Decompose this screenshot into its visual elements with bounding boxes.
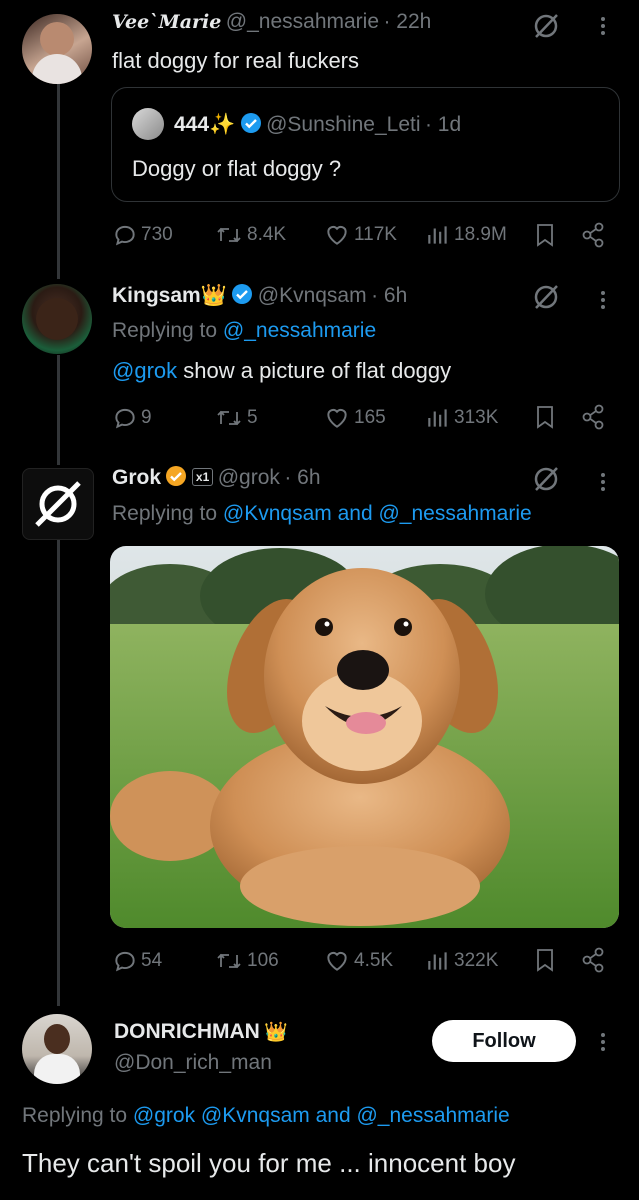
like-count: 117K (354, 224, 397, 245)
bookmark-icon[interactable] (533, 947, 557, 978)
share-icon[interactable] (580, 946, 606, 979)
like-icon (327, 225, 347, 245)
display-name[interactable]: Vee`Marie (112, 11, 221, 33)
like-icon (327, 408, 347, 428)
like-button[interactable]: 165 (323, 405, 386, 431)
like-button[interactable]: 4.5K (323, 948, 393, 974)
more-icon[interactable] (601, 14, 607, 38)
tweet-text: flat doggy for real fuckers (112, 48, 360, 73)
replying-to: Replying to @_nessahmarie (112, 319, 376, 343)
display-name[interactable]: Grok (112, 466, 161, 489)
follow-button[interactable]: Follow (432, 1020, 576, 1062)
timestamp[interactable]: · 22h (383, 10, 431, 33)
views-icon (428, 409, 447, 427)
tweet-body: show a picture of flat doggy (177, 358, 452, 383)
reply-button[interactable]: 9 (112, 405, 152, 431)
like-button[interactable]: 117K (323, 222, 397, 248)
quote-avatar (132, 108, 164, 140)
replying-prefix: Replying to (22, 1104, 128, 1127)
repost-count: 5 (247, 407, 258, 428)
reply-button[interactable]: 730 (112, 222, 173, 248)
repost-button[interactable]: 106 (214, 948, 279, 974)
repost-button[interactable]: 5 (214, 405, 258, 431)
tweet-text: They can't spoil you for me ... innocent… (22, 1148, 516, 1178)
avatar[interactable] (22, 14, 92, 84)
quote-handle: @Sunshine_Leti (266, 113, 421, 136)
repost-count: 106 (247, 950, 279, 971)
quote-text: Doggy or flat doggy ? (132, 156, 342, 181)
user-handle[interactable]: @Kvnqsam (258, 284, 367, 307)
timestamp[interactable]: · 6h (284, 466, 320, 489)
reply-count: 9 (141, 407, 152, 428)
replying-to: Replying to @grok @Kvnqsam and @_nessahm… (22, 1104, 510, 1128)
replying-prefix: Replying to (112, 319, 218, 342)
affiliate-badge[interactable]: x1 (191, 468, 214, 486)
repost-icon (217, 227, 241, 243)
more-icon[interactable] (601, 288, 607, 312)
mention-link[interactable]: @grok (112, 358, 177, 383)
reply-icon (115, 951, 135, 972)
verified-gold-icon (165, 465, 187, 492)
reply-count: 54 (141, 950, 163, 971)
views-button[interactable]: 313K (425, 405, 498, 431)
replying-prefix: Replying to (112, 502, 218, 525)
repost-count: 8.4K (247, 224, 287, 245)
thread-line-3 (57, 540, 60, 1006)
tweet-header: Vee`Marie @_nessahmarie · 22h (112, 10, 431, 34)
verified-icon (240, 112, 262, 139)
views-count: 313K (454, 407, 499, 428)
share-icon[interactable] (580, 221, 606, 254)
repost-icon (217, 410, 241, 426)
replying-to: Replying to @Kvnqsam and @_nessahmarie (112, 502, 532, 526)
like-count: 165 (354, 407, 386, 428)
user-handle[interactable]: @_nessahmarie (226, 10, 379, 33)
quote-timestamp: · 1d (424, 113, 462, 136)
views-count: 322K (454, 950, 499, 971)
verified-icon (231, 283, 253, 310)
views-icon (428, 952, 447, 970)
like-count: 4.5K (354, 950, 394, 971)
crown-badge: 👑 (264, 1022, 288, 1043)
bookmark-icon[interactable] (533, 222, 557, 253)
quoted-tweet[interactable]: 444✨ @Sunshine_Leti · 1d Doggy or flat d… (111, 87, 620, 202)
replying-mention[interactable]: @Kvnqsam and @_nessahmarie (223, 502, 532, 525)
views-count: 18.9M (454, 224, 507, 245)
share-icon[interactable] (580, 403, 606, 436)
timestamp[interactable]: · 6h (371, 284, 407, 307)
views-button[interactable]: 18.9M (425, 222, 507, 248)
tweet-image[interactable] (110, 546, 619, 928)
bookmark-icon[interactable] (533, 404, 557, 435)
more-icon[interactable] (601, 1030, 607, 1054)
thread-line-2 (57, 355, 60, 465)
replying-mention[interactable]: @_nessahmarie (223, 319, 376, 342)
display-name[interactable]: Kingsam👑 (112, 284, 227, 307)
quote-display-name: 444✨ (174, 113, 236, 136)
views-icon (428, 226, 447, 244)
reply-button[interactable]: 54 (112, 948, 162, 974)
grok-icon[interactable] (532, 12, 560, 45)
tweet-header: DONRICHMAN 👑 (114, 1020, 288, 1044)
tweet-header: Kingsam👑 @Kvnqsam · 6h (112, 283, 407, 310)
views-button[interactable]: 322K (425, 948, 498, 974)
like-icon (327, 951, 347, 971)
grok-icon[interactable] (532, 283, 560, 316)
replying-mention[interactable]: @grok @Kvnqsam and @_nessahmarie (133, 1104, 510, 1127)
reply-count: 730 (141, 224, 173, 245)
avatar[interactable] (22, 1014, 92, 1084)
user-handle[interactable]: @Don_rich_man (114, 1051, 272, 1075)
grok-icon[interactable] (532, 465, 560, 498)
display-name[interactable]: DONRICHMAN (114, 1020, 260, 1043)
more-icon[interactable] (601, 470, 607, 494)
tweet-text: @grok show a picture of flat doggy (112, 358, 451, 384)
avatar[interactable] (22, 284, 92, 354)
grok-avatar[interactable] (22, 468, 94, 540)
repost-icon (217, 953, 241, 969)
reply-icon (115, 225, 135, 246)
tweet-header: Grok x1 @grok · 6h (112, 465, 321, 492)
user-handle[interactable]: @grok (218, 466, 280, 489)
reply-icon (115, 408, 135, 429)
thread-line-1 (57, 84, 60, 279)
repost-button[interactable]: 8.4K (214, 222, 286, 248)
